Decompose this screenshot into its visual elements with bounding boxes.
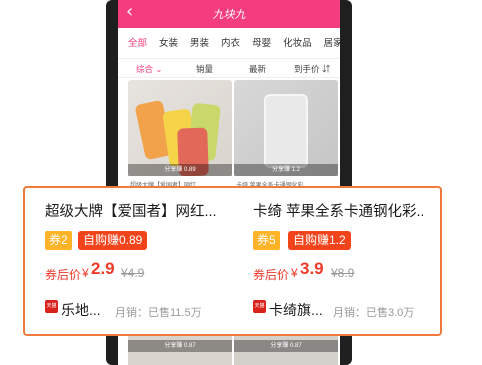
product-image-glass-case[interactable] [234, 80, 338, 176]
tab-men[interactable]: 男装 [190, 35, 209, 49]
app-title: 九块九 [212, 8, 246, 21]
price-value: 2.9 [91, 259, 115, 278]
price-value: 3.9 [300, 259, 324, 278]
monthly-sales: 月销：已售3.0万 [333, 307, 415, 319]
category-tabs: 全部 女装 男装 内衣 母婴 化妆品 居家 [118, 30, 340, 54]
currency-symbol: ¥ [82, 266, 89, 280]
share-earn-label: 分享赚 1.2 [234, 164, 338, 176]
self-purchase-earn-badge: 自购赚1.2 [288, 231, 351, 250]
share-earn-label: 分享赚 0.89 [128, 164, 232, 176]
tab-baby[interactable]: 母婴 [252, 35, 271, 49]
original-price: ¥4.9 [121, 266, 145, 280]
top-bar: ‹ 九块九 [118, 0, 340, 28]
original-price: ¥8.9 [331, 266, 355, 280]
price-label: 券后价 [253, 268, 290, 282]
phone-case-shape [264, 94, 308, 168]
sort-arrows-icon: ⇵ [321, 64, 331, 74]
price-label: 券后价 [45, 268, 82, 282]
share-earn-label: 分享赚 0.87 [128, 340, 232, 352]
coupon-badge: 券5 [253, 231, 280, 250]
sort-comprehensive[interactable]: 综合 ⌄ [136, 63, 163, 75]
product-image-phone-cases[interactable] [128, 80, 232, 176]
tab-home[interactable]: 居家 [324, 35, 340, 49]
share-earn-label: 分享赚 0.87 [234, 340, 338, 352]
tab-cosmetics[interactable]: 化妆品 [283, 35, 312, 49]
currency-symbol: ¥ [291, 266, 298, 280]
chevron-down-icon: ⌄ [155, 64, 163, 74]
product-title[interactable]: 超级大牌【爱国者】网红... [45, 200, 225, 221]
monthly-sales: 月销：已售11.5万 [115, 307, 202, 319]
shop-name[interactable]: 乐地... [61, 300, 101, 320]
tab-women[interactable]: 女装 [159, 35, 178, 49]
tab-underwear[interactable]: 内衣 [221, 35, 240, 49]
screenshot-stage: ‹ 九块九 全部 女装 男装 内衣 母婴 化妆品 居家 综合 ⌄ 销量 最新 到… [0, 0, 482, 365]
self-purchase-earn-badge: 自购赚0.89 [78, 231, 148, 250]
coupon-badge: 券2 [45, 231, 72, 250]
sort-final-price[interactable]: 到手价 ⇵ [294, 63, 330, 75]
tab-all[interactable]: 全部 [128, 35, 147, 49]
zoomed-product-card: 超级大牌【爱国者】网红... 券2 自购赚0.89 券后价 ¥ 2.9 ¥4.9… [23, 186, 442, 336]
sort-newest[interactable]: 最新 [249, 63, 266, 75]
sort-sales[interactable]: 销量 [196, 63, 213, 75]
product-title[interactable]: 卡绮 苹果全系卡通钢化彩... [253, 200, 423, 221]
shop-name[interactable]: 卡绮旗... [269, 300, 323, 320]
tmall-icon: 天猫 [45, 300, 58, 313]
tmall-icon: 天猫 [253, 300, 266, 313]
sort-bar: 综合 ⌄ 销量 最新 到手价 ⇵ [118, 58, 340, 78]
